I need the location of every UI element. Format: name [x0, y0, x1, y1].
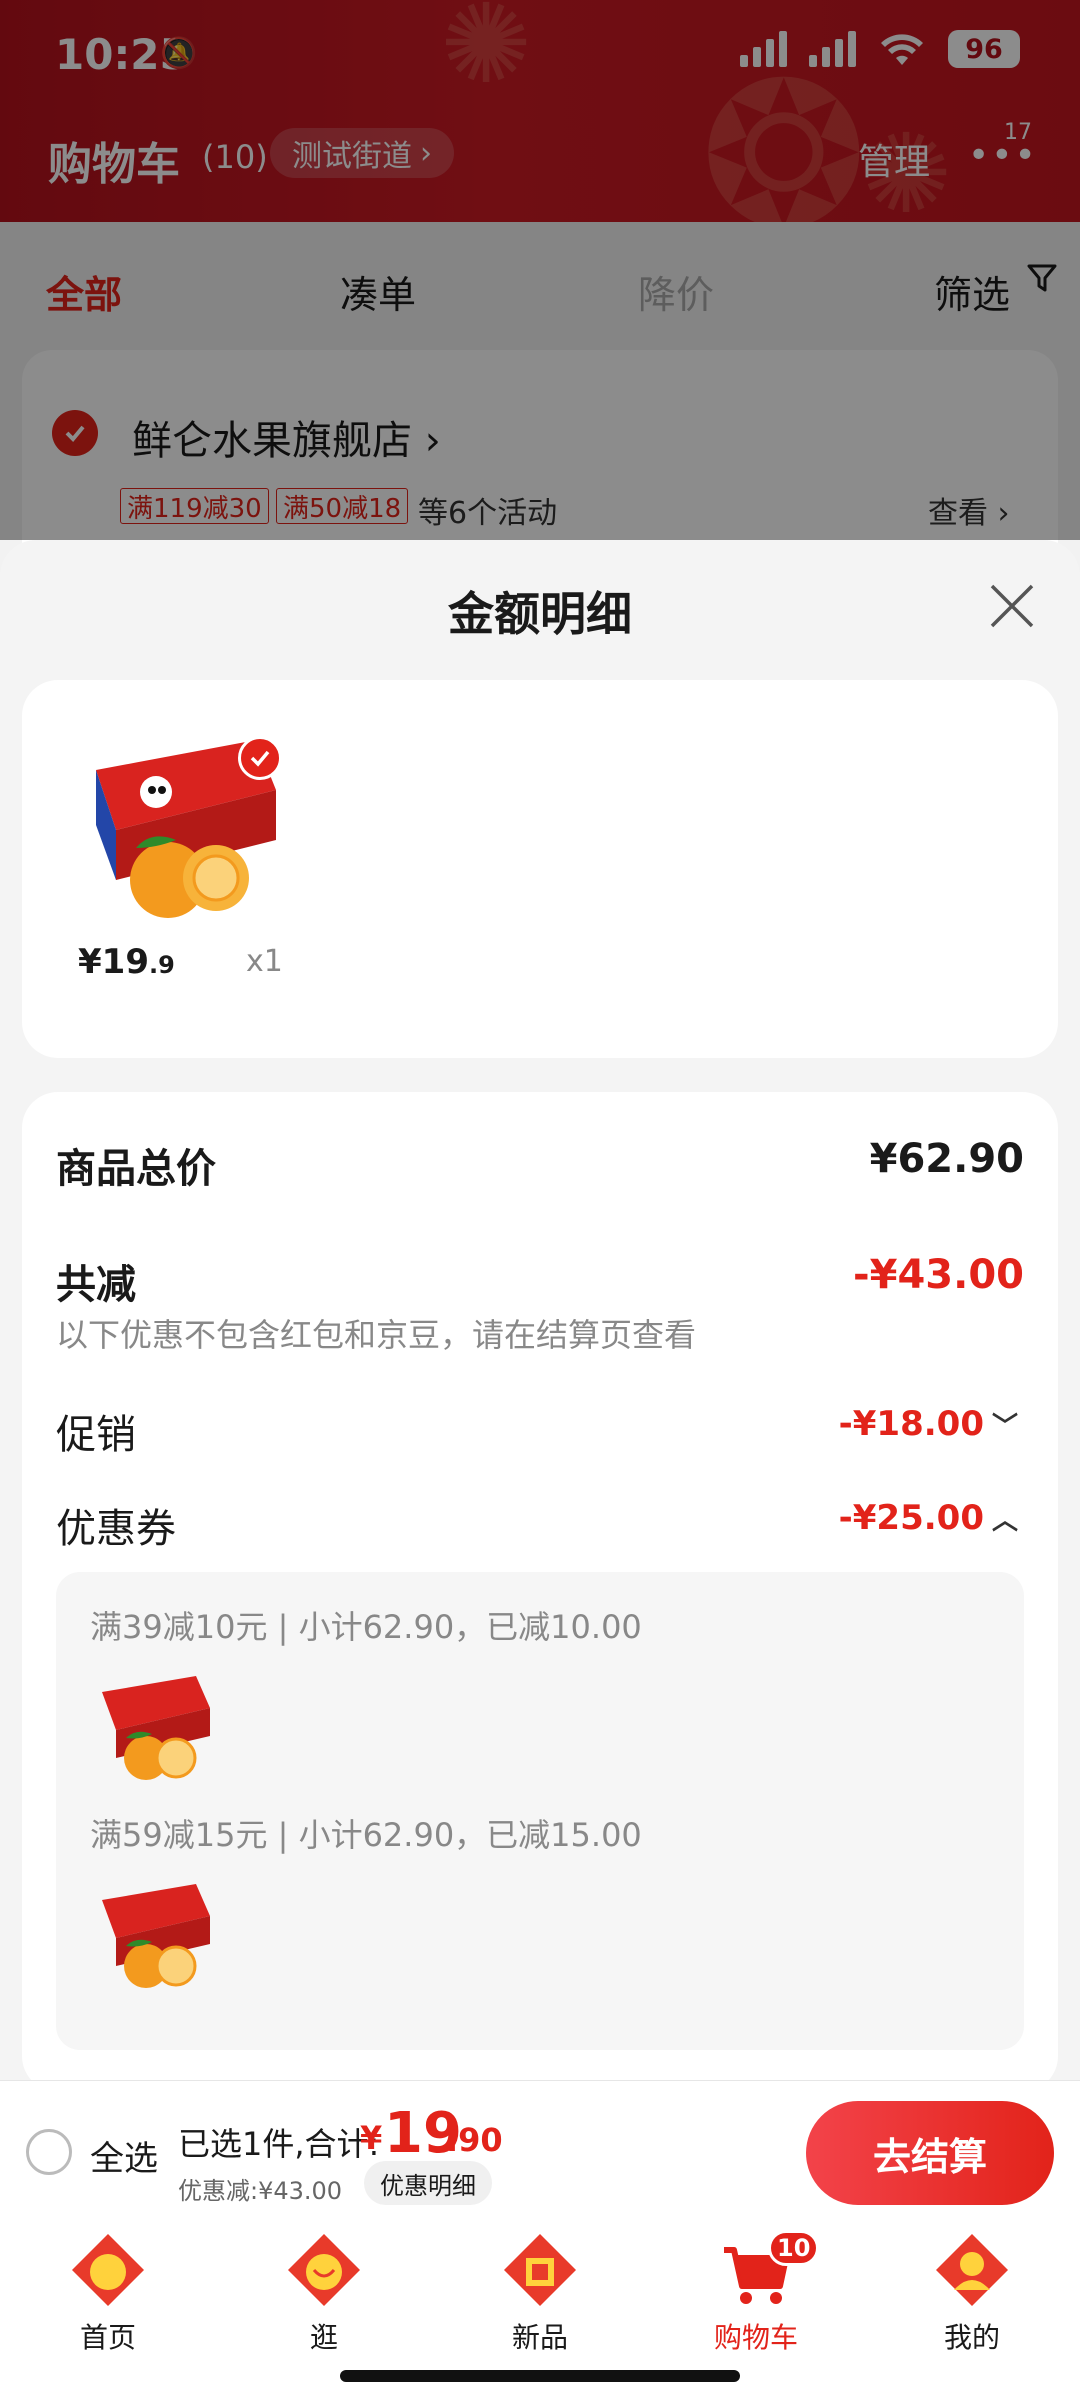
total-price-label: 商品总价 [56, 1146, 216, 1192]
coupon-line: 满59减15元 | 小计62.90，已减15.00 [90, 1816, 642, 1854]
total-price-value: ¥62.90 [869, 1136, 1024, 1182]
nav-new[interactable]: 新品 [480, 2230, 600, 2356]
coupon-detail-box: 满39减10元 | 小计62.90，已减10.00 满59减15元 | 小计62… [56, 1572, 1024, 2050]
home-icon [72, 2234, 144, 2306]
close-icon[interactable] [986, 580, 1038, 632]
promotion-value: -¥18.00 [838, 1404, 984, 1444]
price-int: ¥19 [78, 942, 149, 982]
nav-label: 购物车 [713, 2321, 798, 2354]
checkout-bar: 全选 已选1件,合计: ¥ 19 .90 优惠减:¥43.00 优惠明细 去结算 [0, 2080, 1080, 2220]
new-products-icon [504, 2234, 576, 2306]
promotion-toggle[interactable]: -¥18.00 ﹀ [839, 1404, 1018, 1444]
select-all-checkbox[interactable] [26, 2129, 72, 2175]
product-price: ¥19.9 [78, 942, 175, 982]
sheet-title: 金额明细 [448, 587, 632, 641]
discount-detail-button[interactable]: 优惠明细 [364, 2161, 492, 2205]
amount-detail-sheet: 金额明细 ¥19.9 x1 商品总价 ¥62.90 共减 -¥43.00 以下优… [0, 540, 1080, 2080]
selected-summary: 已选1件,合计: [178, 2125, 380, 2163]
selected-products-card: ¥19.9 x1 [22, 680, 1058, 1058]
total-discount-label: 共减 [56, 1262, 136, 1308]
coupon-product-thumbnail [102, 1676, 210, 1780]
promotion-label: 促销 [56, 1412, 136, 1458]
nav-browse[interactable]: 逛 [264, 2230, 384, 2356]
chevron-down-icon: ﹀ [991, 1411, 1018, 1442]
coupon-line: 满39减10元 | 小计62.90，已减10.00 [90, 1608, 642, 1646]
amount-breakdown-card: 商品总价 ¥62.90 共减 -¥43.00 以下优惠不包含红包和京豆，请在结算… [22, 1092, 1058, 2080]
discount-note: 以下优惠不包含红包和京豆，请在结算页查看 [56, 1316, 697, 1354]
nav-label: 逛 [309, 2321, 338, 2354]
coupon-label: 优惠券 [56, 1506, 176, 1552]
price-dec: .9 [148, 951, 175, 979]
browse-icon [288, 2234, 360, 2306]
total-discount-value: -¥43.00 [853, 1252, 1024, 1298]
total-currency: ¥ [360, 2119, 383, 2157]
nav-label: 新品 [511, 2321, 568, 2354]
nav-label: 我的 [943, 2321, 1000, 2354]
home-indicator[interactable] [340, 2370, 740, 2382]
nav-cart[interactable]: 10 购物车 [696, 2230, 820, 2356]
product-checked-icon [238, 736, 282, 780]
profile-icon [936, 2234, 1008, 2306]
modal-backdrop[interactable] [0, 0, 1080, 540]
nav-profile[interactable]: 我的 [912, 2230, 1032, 2356]
product-quantity: x1 [246, 944, 283, 979]
nav-label: 首页 [79, 2321, 136, 2354]
coupon-value: -¥25.00 [838, 1498, 984, 1538]
select-all-label[interactable]: 全选 [90, 2131, 158, 2180]
total-amount-decimal: .90 [446, 2121, 503, 2159]
checkout-button[interactable]: 去结算 [806, 2101, 1054, 2205]
chevron-up-icon: ︿ [991, 1505, 1018, 1536]
discount-summary: 优惠减:¥43.00 [178, 2177, 343, 2205]
nav-home[interactable]: 首页 [48, 2230, 168, 2356]
cart-count-badge: 10 [768, 2230, 820, 2266]
coupon-toggle[interactable]: -¥25.00 ︿ [839, 1498, 1018, 1538]
coupon-product-thumbnail [102, 1884, 210, 1988]
